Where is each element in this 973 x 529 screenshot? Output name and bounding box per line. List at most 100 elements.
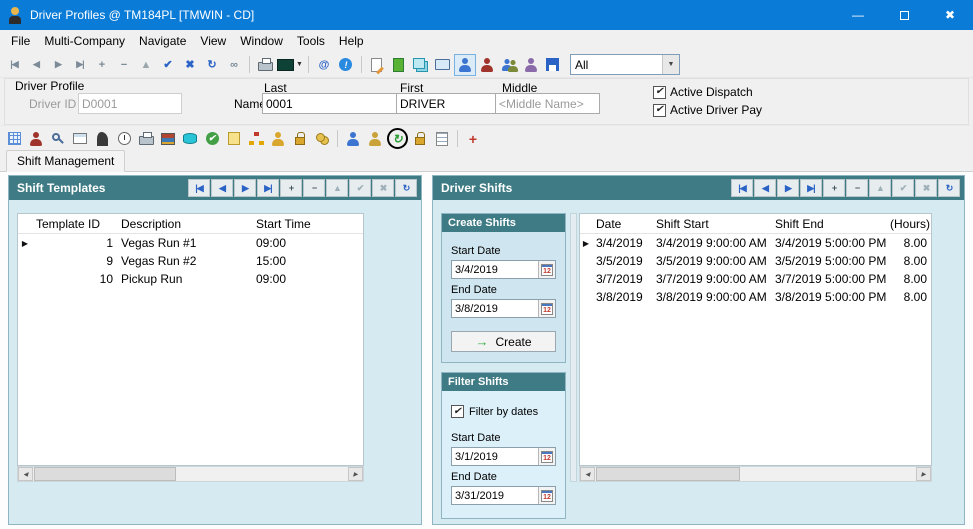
delete-record-button[interactable]: − [113,54,135,76]
ledger-button[interactable] [388,54,410,76]
cancel-button[interactable]: ✖ [915,179,937,197]
validate-button[interactable]: ✔ [201,128,223,150]
pay-button[interactable] [311,128,333,150]
move-up-button[interactable]: ▲ [135,54,157,76]
close-button[interactable]: ✖ [927,0,973,30]
calendar-button[interactable]: 12 [538,300,555,317]
notes-button[interactable] [223,128,245,150]
menu-tools[interactable]: Tools [290,32,332,50]
add-item-button[interactable]: + [462,128,484,150]
create-button[interactable]: → Create [451,331,556,352]
table-button[interactable] [69,128,91,150]
next-button[interactable]: ▶ [777,179,799,197]
email-button[interactable]: @ [313,54,335,76]
add-record-button[interactable]: + [91,54,113,76]
refresh-button[interactable]: ↻ [201,54,223,76]
calendar-button[interactable]: 12 [538,448,555,465]
accept-button[interactable]: ✔ [349,179,371,197]
create-start-date-field[interactable]: 3/4/2019 12 [451,260,556,279]
last-button[interactable]: ▶| [257,179,279,197]
menu-file[interactable]: File [4,32,37,50]
next-record-button[interactable]: ▶ [47,54,69,76]
driver-button[interactable] [25,128,47,150]
print-preview-button[interactable]: ▼ [276,54,304,76]
table-row[interactable]: ▶ 3/4/2019 3/4/2019 9:00:00 AM 3/4/2019 … [580,234,931,253]
minimize-button[interactable]: — [835,0,881,30]
scroll-left-button[interactable]: ◀ [580,467,595,481]
cancel-button[interactable]: ✖ [179,54,201,76]
remove-button[interactable]: − [846,179,868,197]
next-button[interactable]: ▶ [234,179,256,197]
scroll-thumb[interactable] [34,467,176,481]
menu-view[interactable]: View [193,32,233,50]
scroll-right-button[interactable]: ▶ [348,467,363,481]
driver-records-button[interactable] [476,54,498,76]
up-button[interactable]: ▲ [869,179,891,197]
form-view-button[interactable] [432,54,454,76]
first-button[interactable]: |◀ [731,179,753,197]
hierarchy-button[interactable] [245,128,267,150]
accept-button[interactable]: ✔ [157,54,179,76]
scroll-track[interactable] [33,467,348,481]
refresh-button[interactable]: ↻ [938,179,960,197]
driver-profiles-button[interactable] [454,54,476,76]
active-dispatch-checkbox[interactable]: ✔ Active Dispatch [653,85,753,99]
menu-navigate[interactable]: Navigate [132,32,193,50]
create-end-date-field[interactable]: 3/8/2019 12 [451,299,556,318]
security-button[interactable] [289,128,311,150]
driver-pay-button[interactable] [520,54,542,76]
print-small-button[interactable] [135,128,157,150]
previous-record-button[interactable]: ◀ [25,54,47,76]
maximize-button[interactable] [881,0,927,30]
scroll-left-button[interactable]: ◀ [18,467,33,481]
edit-document-button[interactable] [366,54,388,76]
table-row[interactable]: 9 Vegas Run #2 15:00 [18,252,363,270]
table-row[interactable]: 3/8/2019 3/8/2019 9:00:00 AM 3/8/2019 5:… [580,288,931,306]
vertical-scrollbar[interactable] [570,213,577,482]
first-record-button[interactable]: |◀ [3,54,25,76]
table-row[interactable]: 3/5/2019 3/5/2019 9:00:00 AM 3/5/2019 5:… [580,252,931,270]
print-button[interactable] [254,54,276,76]
logs-button[interactable] [157,128,179,150]
refresh-button[interactable]: ↻ [395,179,417,197]
table-row[interactable]: ▶ 1 Vegas Run #1 09:00 [18,234,363,253]
accept-button[interactable]: ✔ [892,179,914,197]
menu-help[interactable]: Help [332,32,371,50]
calendar-button[interactable]: 12 [538,487,555,504]
first-name-field[interactable]: DRIVER [396,93,496,114]
info-button[interactable]: ! [335,54,357,76]
filter-start-date-field[interactable]: 3/1/2019 12 [451,447,556,466]
list-button[interactable] [431,128,453,150]
table-row[interactable]: 3/7/2019 3/7/2019 9:00:00 AM 3/7/2019 5:… [580,270,931,288]
up-button[interactable]: ▲ [326,179,348,197]
personnel-button[interactable] [498,54,520,76]
add-button[interactable]: + [280,179,302,197]
shift-management-button[interactable]: ↻ [386,128,409,150]
filter-by-dates-checkbox[interactable]: ✔ Filter by dates [451,405,556,418]
menu-multi-company[interactable]: Multi-Company [37,32,132,50]
last-button[interactable]: ▶| [800,179,822,197]
permissions-button[interactable] [409,128,431,150]
menu-window[interactable]: Window [233,32,290,50]
figure-button[interactable] [91,128,113,150]
profile-button[interactable] [342,128,364,150]
search-button[interactable] [47,128,69,150]
scroll-track[interactable] [595,467,916,481]
database-button[interactable] [179,128,201,150]
table-row[interactable]: 10 Pickup Run 09:00 [18,270,363,288]
save-button[interactable] [542,54,564,76]
horizontal-scrollbar[interactable]: ◀ ▶ [17,466,364,482]
add-button[interactable]: + [823,179,845,197]
first-button[interactable]: |◀ [188,179,210,197]
middle-name-field[interactable]: <Middle Name> [495,93,600,114]
tab-shift-management[interactable]: Shift Management [6,150,125,172]
combo-dropdown-button[interactable]: ▼ [662,55,679,74]
assign-button[interactable] [364,128,386,150]
filter-end-date-field[interactable]: 3/31/2019 12 [451,486,556,505]
scroll-right-button[interactable]: ▶ [916,467,931,481]
scroll-thumb[interactable] [596,467,740,481]
last-record-button[interactable]: ▶| [69,54,91,76]
copy-pages-button[interactable] [410,54,432,76]
link-button[interactable]: ∞ [223,54,245,76]
horizontal-scrollbar[interactable]: ◀ ▶ [579,466,932,482]
